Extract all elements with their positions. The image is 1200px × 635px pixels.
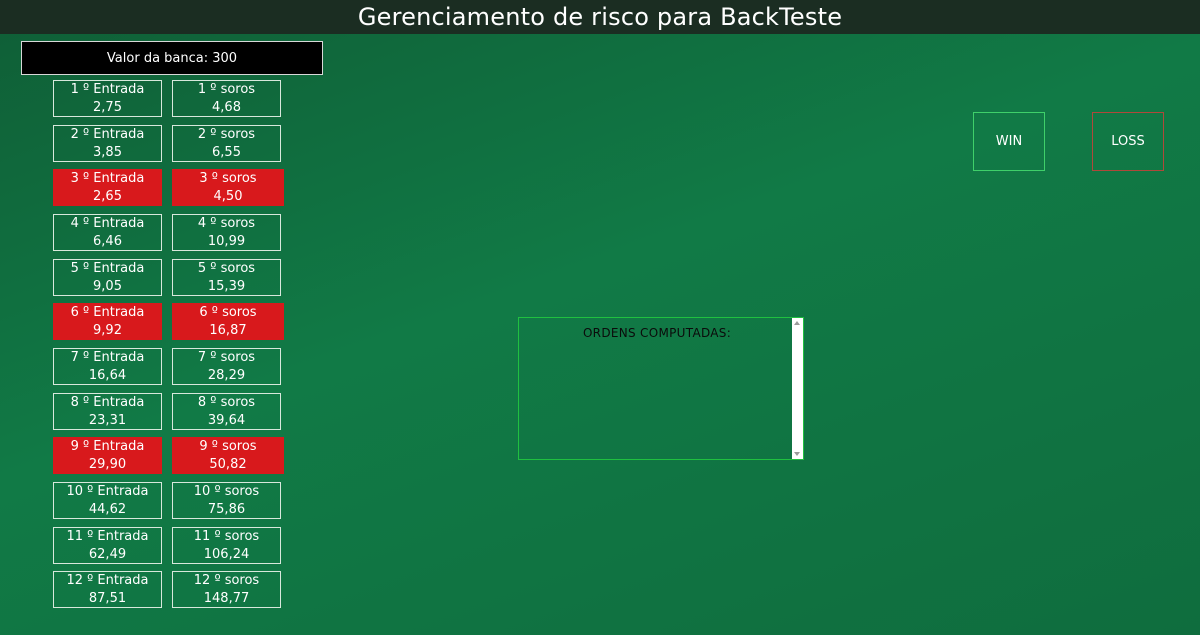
entry-cell: 4 º Entrada 6,46 bbox=[53, 214, 162, 251]
entry-label: 5 º Entrada bbox=[70, 260, 145, 276]
soros-label: 11 º soros bbox=[193, 528, 260, 544]
soros-cell: 4 º soros 10,99 bbox=[172, 214, 281, 251]
soros-cell: 1 º soros 4,68 bbox=[172, 80, 281, 117]
soros-cell: 9 º soros 50,82 bbox=[172, 437, 284, 474]
soros-value: 15,39 bbox=[207, 278, 246, 294]
entry-label: 12 º Entrada bbox=[66, 572, 149, 588]
page-title: Gerenciamento de risco para BackTeste bbox=[357, 3, 843, 31]
soros-value: 39,64 bbox=[207, 412, 246, 428]
app-header: Gerenciamento de risco para BackTeste bbox=[0, 0, 1200, 34]
win-button-label: WIN bbox=[995, 134, 1023, 149]
entry-cell: 12 º Entrada 87,51 bbox=[53, 571, 162, 608]
scroll-down-icon[interactable] bbox=[794, 452, 800, 456]
soros-cell: 7 º soros 28,29 bbox=[172, 348, 281, 385]
entry-value: 9,92 bbox=[93, 322, 122, 338]
entry-cell: 10 º Entrada 44,62 bbox=[53, 482, 162, 519]
soros-cell: 10 º soros 75,86 bbox=[172, 482, 281, 519]
bank-value-label: Valor da banca: 300 bbox=[106, 50, 238, 66]
soros-label: 3 º soros bbox=[199, 170, 257, 186]
soros-label: 2 º soros bbox=[197, 126, 256, 142]
soros-cell: 11 º soros 106,24 bbox=[172, 527, 281, 564]
entry-value: 16,64 bbox=[88, 367, 127, 383]
soros-cell: 2 º soros 6,55 bbox=[172, 125, 281, 162]
loss-button[interactable]: LOSS bbox=[1092, 112, 1164, 171]
entry-value: 3,85 bbox=[93, 144, 122, 160]
entry-label: 10 º Entrada bbox=[66, 483, 149, 499]
entry-cell: 9 º Entrada 29,90 bbox=[53, 437, 162, 474]
soros-cell: 3 º soros 4,50 bbox=[172, 169, 284, 206]
entry-label: 4 º Entrada bbox=[70, 215, 145, 231]
entry-label: 7 º Entrada bbox=[70, 349, 145, 365]
soros-cell: 8 º soros 39,64 bbox=[172, 393, 281, 430]
soros-value: 4,68 bbox=[212, 99, 241, 115]
bank-value-box: Valor da banca: 300 bbox=[21, 41, 323, 75]
orders-title: ORDENS COMPUTADAS: bbox=[582, 326, 732, 340]
entry-value: 23,31 bbox=[88, 412, 127, 428]
win-button[interactable]: WIN bbox=[973, 112, 1045, 171]
entry-label: 11 º Entrada bbox=[66, 528, 149, 544]
entry-value: 6,46 bbox=[93, 233, 122, 249]
entry-label: 6 º Entrada bbox=[70, 304, 145, 320]
entry-cell: 1 º Entrada 2,75 bbox=[53, 80, 162, 117]
entry-value: 62,49 bbox=[88, 546, 127, 562]
entry-cell: 7 º Entrada 16,64 bbox=[53, 348, 162, 385]
soros-value: 106,24 bbox=[203, 546, 250, 562]
soros-value: 28,29 bbox=[207, 367, 246, 383]
soros-value: 10,99 bbox=[207, 233, 246, 249]
entry-label: 8 º Entrada bbox=[70, 394, 145, 410]
orders-scrollbar[interactable] bbox=[792, 318, 803, 459]
soros-label: 12 º soros bbox=[193, 572, 260, 588]
orders-textarea[interactable]: ORDENS COMPUTADAS: bbox=[518, 317, 804, 460]
soros-label: 1 º soros bbox=[197, 81, 256, 97]
soros-value: 6,55 bbox=[212, 144, 241, 160]
entry-cell: 2 º Entrada 3,85 bbox=[53, 125, 162, 162]
soros-cell: 5 º soros 15,39 bbox=[172, 259, 281, 296]
soros-label: 4 º soros bbox=[197, 215, 256, 231]
loss-button-label: LOSS bbox=[1111, 134, 1145, 149]
soros-value: 148,77 bbox=[203, 590, 250, 606]
soros-cell: 6 º soros 16,87 bbox=[172, 303, 284, 340]
soros-label: 5 º soros bbox=[197, 260, 256, 276]
entry-cell: 11 º Entrada 62,49 bbox=[53, 527, 162, 564]
scroll-track[interactable] bbox=[794, 328, 800, 449]
soros-label: 10 º soros bbox=[193, 483, 260, 499]
entry-value: 44,62 bbox=[88, 501, 127, 517]
soros-label: 6 º soros bbox=[199, 304, 257, 320]
entry-cell: 3 º Entrada 2,65 bbox=[53, 169, 162, 206]
entry-label: 2 º Entrada bbox=[70, 126, 145, 142]
entry-label: 3 º Entrada bbox=[70, 170, 145, 186]
entry-label: 9 º Entrada bbox=[70, 438, 145, 454]
entry-cell: 5 º Entrada 9,05 bbox=[53, 259, 162, 296]
entry-value: 29,90 bbox=[88, 456, 127, 472]
soros-value: 4,50 bbox=[213, 188, 243, 204]
entry-cell: 8 º Entrada 23,31 bbox=[53, 393, 162, 430]
scroll-up-icon[interactable] bbox=[794, 321, 800, 325]
soros-label: 7 º soros bbox=[197, 349, 256, 365]
entry-cell: 6 º Entrada 9,92 bbox=[53, 303, 162, 340]
soros-value: 16,87 bbox=[209, 322, 247, 338]
soros-label: 8 º soros bbox=[197, 394, 256, 410]
entry-value: 2,65 bbox=[93, 188, 122, 204]
entry-value: 87,51 bbox=[88, 590, 127, 606]
soros-value: 50,82 bbox=[209, 456, 247, 472]
soros-value: 75,86 bbox=[207, 501, 246, 517]
entry-label: 1 º Entrada bbox=[70, 81, 145, 97]
soros-cell: 12 º soros 148,77 bbox=[172, 571, 281, 608]
entry-value: 9,05 bbox=[93, 278, 122, 294]
entry-value: 2,75 bbox=[93, 99, 122, 115]
soros-label: 9 º soros bbox=[199, 438, 257, 454]
